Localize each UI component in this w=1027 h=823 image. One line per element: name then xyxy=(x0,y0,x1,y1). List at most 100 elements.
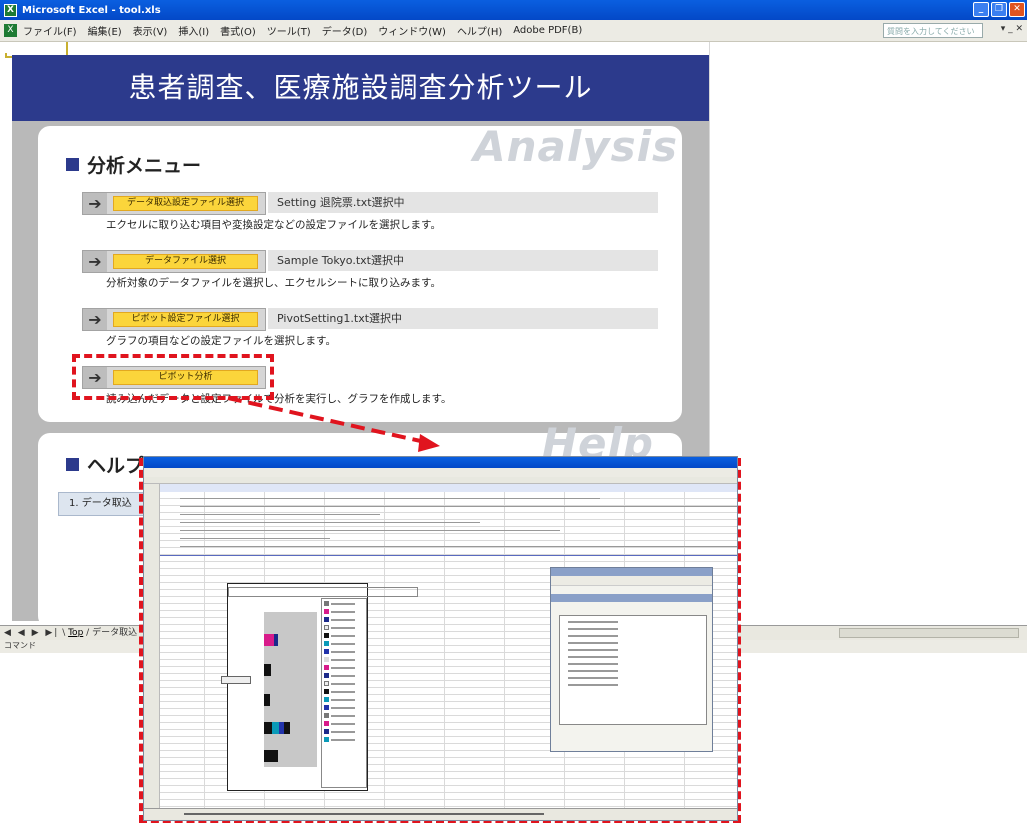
field-item xyxy=(568,635,618,637)
inset-sheet-tabs xyxy=(144,808,737,820)
select-data-file-button[interactable]: ➔ データファイル選択 xyxy=(82,250,266,273)
result-screenshot xyxy=(143,456,738,821)
workbook-window-controls[interactable]: ▾ _ ✕ xyxy=(1001,24,1023,34)
pivot-row-line xyxy=(180,506,737,507)
pivot-toolbar xyxy=(551,576,712,586)
menu-bar: X ファイル(F) 編集(E) 表示(V) 挿入(I) 書式(O) ツール(T)… xyxy=(0,20,1027,42)
field-item xyxy=(568,684,618,686)
workbook-icon[interactable]: X xyxy=(4,24,17,37)
field-item xyxy=(568,670,618,672)
window-controls: _ ❐ ✕ xyxy=(973,2,1025,17)
legend-item xyxy=(324,664,364,671)
chart-bar xyxy=(264,664,271,676)
inset-column-headers xyxy=(144,477,737,484)
arrow-right-icon: ➔ xyxy=(83,251,107,272)
select-pivot-settings-button[interactable]: ➔ ピボット設定ファイル選択 xyxy=(82,308,266,331)
chart-legend xyxy=(321,598,367,788)
menu-tools[interactable]: ツール(T) xyxy=(267,23,311,38)
highlight-pivot-button xyxy=(72,354,274,400)
chart-title-box xyxy=(228,587,418,597)
menu-file[interactable]: ファイル(F) xyxy=(23,23,77,38)
status-text: PivotSetting1.txt選択中 xyxy=(268,308,658,329)
field-list xyxy=(559,615,707,725)
field-item xyxy=(568,663,618,665)
legend-item xyxy=(324,696,364,703)
menu-row-import-settings: ➔ データ取込設定ファイル選択 Setting 退院票.txt選択中 エクセルに… xyxy=(82,192,658,236)
field-item xyxy=(568,642,618,644)
pivot-row-line xyxy=(180,514,380,515)
sheet-tab-top[interactable]: Top xyxy=(68,628,83,638)
sheet-tab-data-import[interactable]: データ取込 xyxy=(92,628,137,638)
legend-item xyxy=(324,600,364,607)
inset-menu-bar xyxy=(144,468,737,477)
field-list-title xyxy=(551,594,712,602)
chart-plot-area xyxy=(264,612,317,767)
minimize-icon[interactable]: _ xyxy=(973,2,989,17)
pivot-table-header xyxy=(160,484,737,492)
horizontal-scrollbar[interactable] xyxy=(839,628,1019,638)
menu-insert[interactable]: 挿入(I) xyxy=(178,23,209,38)
excel-icon: X xyxy=(4,3,17,17)
field-item xyxy=(568,677,618,679)
legend-item xyxy=(324,728,364,735)
chart-bar xyxy=(264,750,278,762)
sheet-nav-buttons[interactable]: ◀ ◀ ▶ ▶| xyxy=(4,628,59,638)
analysis-watermark: Analysis xyxy=(473,122,678,171)
square-bullet-icon xyxy=(66,458,79,471)
chart-bar xyxy=(274,634,278,646)
pivot-row-line xyxy=(180,498,600,499)
legend-item xyxy=(324,608,364,615)
close-icon[interactable]: ✕ xyxy=(1009,2,1025,17)
select-import-settings-button[interactable]: ➔ データ取込設定ファイル選択 xyxy=(82,192,266,215)
pivot-toolbar-title xyxy=(551,568,712,576)
ask-question-input[interactable]: 質問を入力してください xyxy=(883,23,983,38)
legend-item xyxy=(324,656,364,663)
menu-edit[interactable]: 編集(E) xyxy=(88,23,122,38)
menu-format[interactable]: 書式(O) xyxy=(220,23,256,38)
square-bullet-icon xyxy=(66,158,79,171)
chart-bar xyxy=(264,694,270,706)
chart-bar xyxy=(284,722,290,734)
menu-data[interactable]: データ(D) xyxy=(322,23,368,38)
pivot-row-line xyxy=(180,538,330,539)
menu-row-pivot-settings: ➔ ピボット設定ファイル選択 PivotSetting1.txt選択中 グラフの… xyxy=(82,308,658,352)
legend-item xyxy=(324,624,364,631)
legend-item xyxy=(324,640,364,647)
field-item xyxy=(568,649,618,651)
excel-window: X Microsoft Excel - tool.xls _ ❐ ✕ X ファイ… xyxy=(0,0,1027,823)
button-label: データ取込設定ファイル選択 xyxy=(113,196,258,211)
legend-item xyxy=(324,616,364,623)
menu-adobe-pdf[interactable]: Adobe PDF(B) xyxy=(513,25,582,36)
menu-help[interactable]: ヘルプ(H) xyxy=(457,23,502,38)
pivot-row-line xyxy=(180,530,560,531)
arrow-right-icon: ➔ xyxy=(83,193,107,214)
inset-title-bar xyxy=(144,457,737,468)
inset-pivot-field-list xyxy=(550,567,713,752)
status-text: Sample Tokyo.txt選択中 xyxy=(268,250,658,271)
chart-bar xyxy=(272,722,279,734)
field-item xyxy=(568,621,618,623)
description-text: 分析対象のデータファイルを選択し、エクセルシートに取り込みます。 xyxy=(106,277,441,289)
inset-pivot-table xyxy=(160,484,737,556)
legend-item xyxy=(324,712,364,719)
legend-item xyxy=(324,688,364,695)
row-field-button xyxy=(221,676,251,684)
field-item xyxy=(568,656,618,658)
legend-item xyxy=(324,736,364,743)
inset-tab-strip xyxy=(184,813,544,815)
chart-bar xyxy=(264,634,274,646)
empty-cells-area[interactable] xyxy=(709,42,1027,625)
legend-item xyxy=(324,680,364,687)
menu-window[interactable]: ウィンドウ(W) xyxy=(378,23,446,38)
analysis-heading: 分析メニュー xyxy=(66,151,201,178)
arrow-right-icon: ➔ xyxy=(83,309,107,330)
menu-view[interactable]: 表示(V) xyxy=(133,23,168,38)
button-label: データファイル選択 xyxy=(113,254,258,269)
status-text: Setting 退院票.txt選択中 xyxy=(268,192,658,213)
restore-icon[interactable]: ❐ xyxy=(991,2,1007,17)
menu-row-data-file: ➔ データファイル選択 Sample Tokyo.txt選択中 分析対象のデータ… xyxy=(82,250,658,294)
legend-item xyxy=(324,672,364,679)
field-item xyxy=(568,628,618,630)
title-bar: X Microsoft Excel - tool.xls _ ❐ ✕ xyxy=(0,0,1027,20)
chart-bar xyxy=(264,722,272,734)
